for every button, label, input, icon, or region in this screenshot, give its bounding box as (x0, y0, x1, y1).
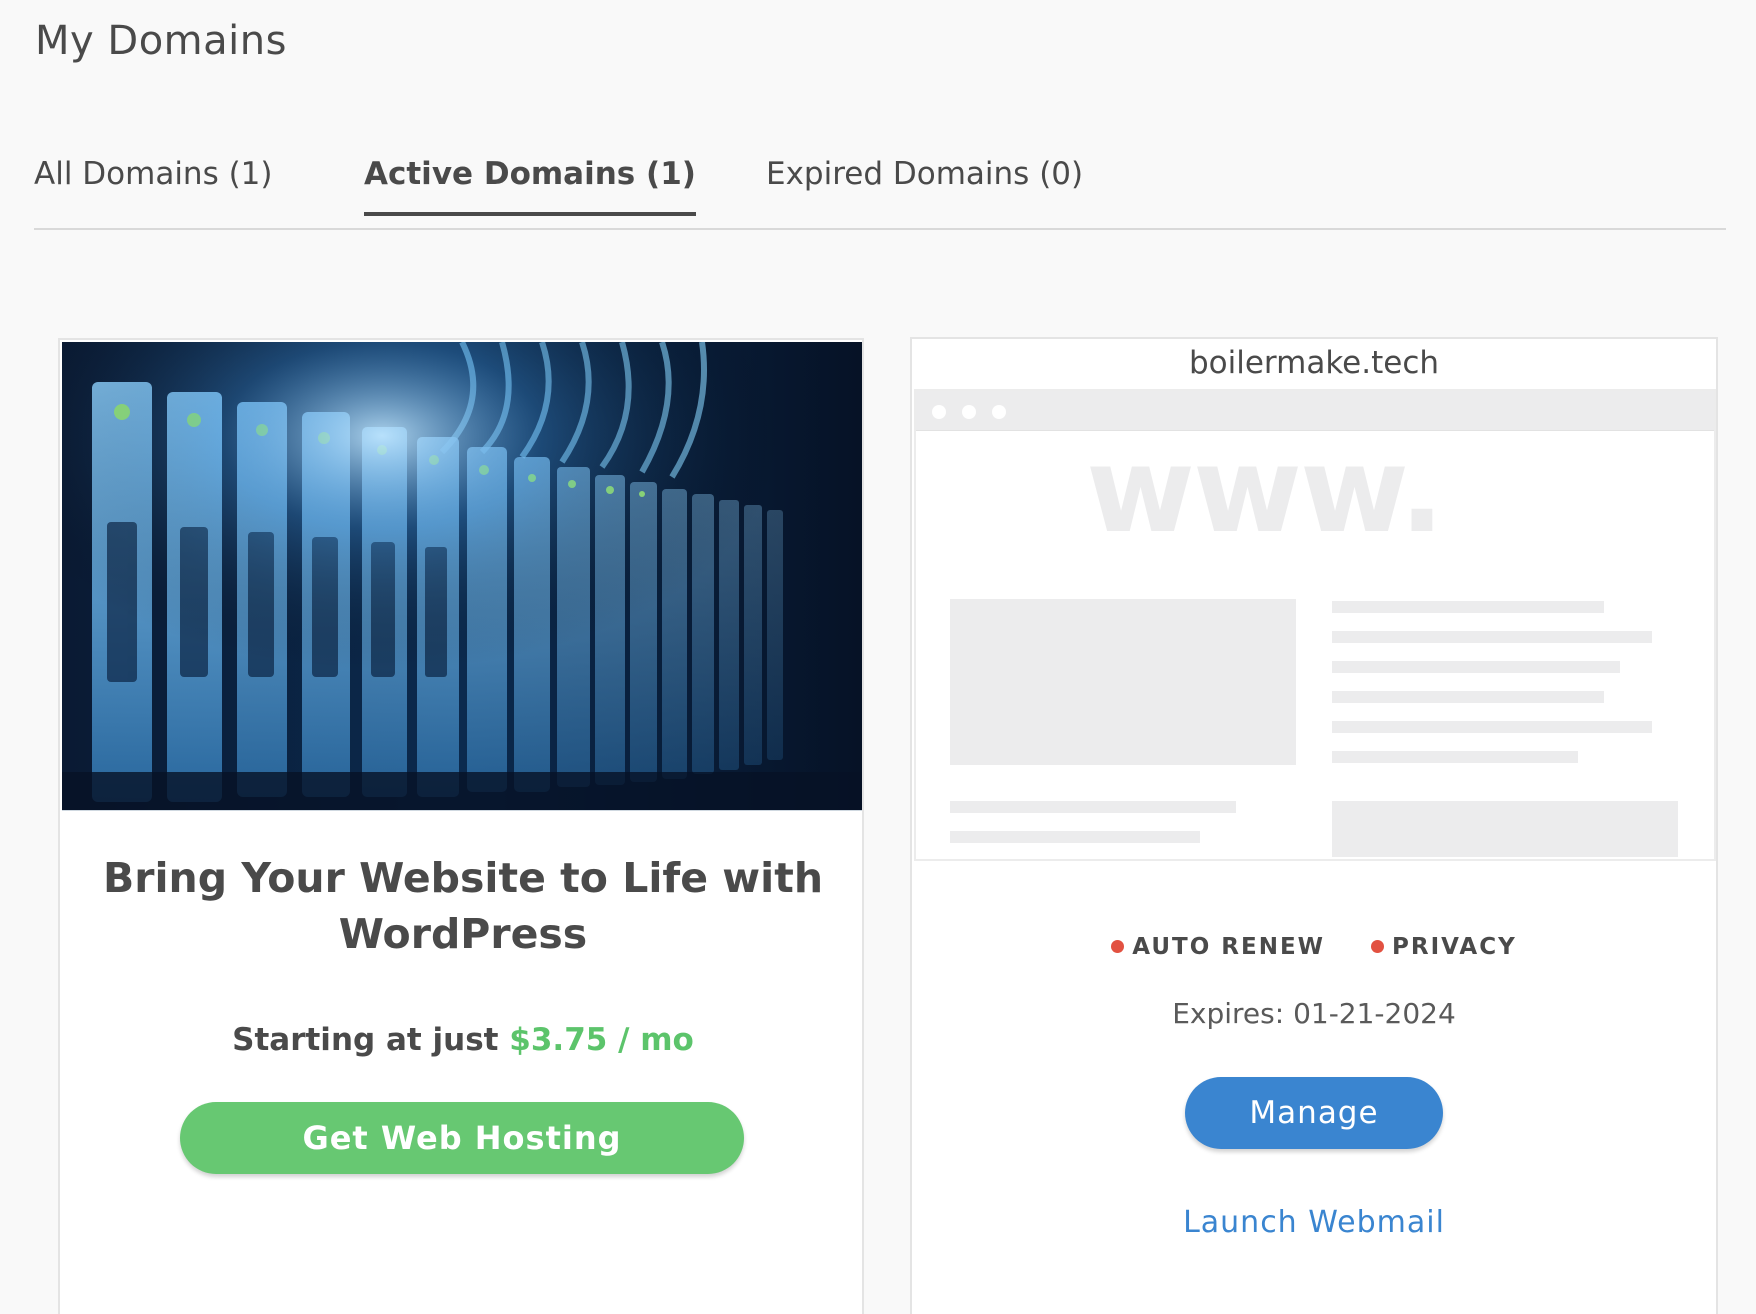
status-dot-icon (1111, 940, 1125, 953)
placeholder-text-line (1332, 661, 1620, 673)
placeholder-text-line (950, 801, 1236, 813)
promo-headline: Bring Your Website to Life with WordPres… (60, 850, 866, 962)
placeholder-block (1332, 801, 1678, 857)
server-rack-image (62, 342, 862, 811)
promo-price: Starting at just $3.75 / mo (60, 1022, 866, 1058)
placeholder-text-line (1332, 721, 1652, 733)
tab-expired-domains[interactable]: Expired Domains (0) (766, 156, 1083, 214)
tab-all-domains[interactable]: All Domains (1) (34, 156, 273, 214)
placeholder-text-line (1332, 601, 1604, 613)
status-dot-icon (1371, 940, 1385, 953)
domain-tabs: All Domains (1) Active Domains (1) Expir… (34, 140, 1726, 230)
browser-dot-icon (992, 405, 1006, 419)
domain-card: boilermake.tech www. AUTO RENEW PRIVACY … (910, 337, 1718, 1314)
hosting-promo-card: Bring Your Website to Life with WordPres… (58, 338, 864, 1314)
browser-dot-icon (932, 405, 946, 419)
placeholder-text-line (1332, 631, 1652, 643)
auto-renew-label: AUTO RENEW (1132, 933, 1326, 960)
promo-headline-line2: WordPress (338, 910, 588, 958)
page-title: My Domains (35, 18, 287, 64)
www-placeholder-mark: www. (1086, 421, 1444, 559)
placeholder-text-line (1332, 691, 1604, 703)
auto-renew-status: AUTO RENEW (1111, 934, 1325, 960)
manage-button[interactable]: Manage (1185, 1077, 1443, 1149)
placeholder-image-block (950, 599, 1296, 765)
domain-status-row: AUTO RENEW PRIVACY (912, 933, 1716, 960)
domain-name: boilermake.tech (1188, 345, 1440, 381)
server-rack-illustration (62, 342, 862, 810)
privacy-label: PRIVACY (1392, 933, 1517, 960)
privacy-status: PRIVACY (1371, 934, 1517, 960)
promo-headline-line1: Bring Your Website to Life with (102, 854, 824, 902)
launch-webmail-link[interactable]: Launch Webmail (912, 1205, 1716, 1240)
get-web-hosting-button[interactable]: Get Web Hosting (180, 1102, 744, 1174)
expiry-date: Expires: 01-21-2024 (1172, 997, 1456, 1030)
placeholder-text-line (1332, 751, 1578, 763)
price-prefix: Starting at just (232, 1022, 499, 1058)
tab-active-domains[interactable]: Active Domains (1) (364, 156, 696, 216)
placeholder-text-line (950, 831, 1200, 843)
price-value: $3.75 / mo (509, 1022, 694, 1058)
website-preview: www. (914, 389, 1716, 861)
browser-dot-icon (962, 405, 976, 419)
